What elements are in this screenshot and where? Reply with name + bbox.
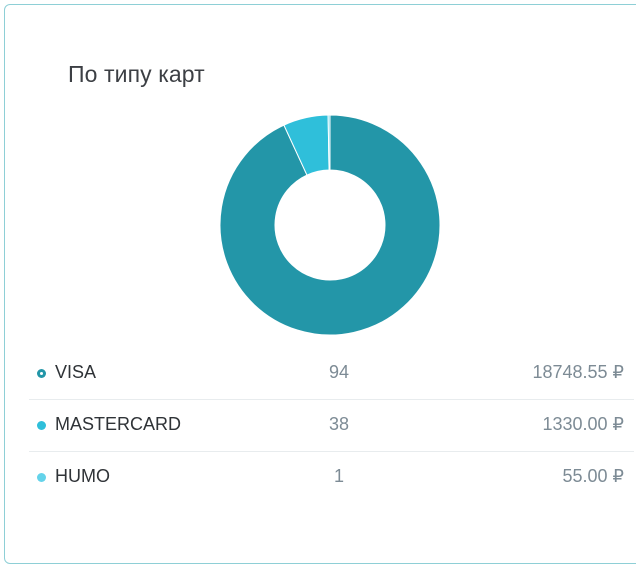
card-types-widget: По типу карт VISA 94 18748.55 ₽ MASTERCA… xyxy=(4,4,636,564)
series-count: 1 xyxy=(333,466,344,486)
series-name: HUMO xyxy=(55,466,110,486)
series-name: VISA xyxy=(55,362,97,382)
series-dot-visa xyxy=(37,369,46,378)
legend-row-mastercard[interactable]: MASTERCARD 38 1330.00 ₽ xyxy=(29,400,634,452)
donut-chart xyxy=(219,114,441,336)
series-amount: 1330.00 ₽ xyxy=(542,414,624,434)
series-name: MASTERCARD xyxy=(55,414,182,434)
series-amount: 55.00 ₽ xyxy=(562,466,625,486)
series-dot-mastercard xyxy=(37,421,46,430)
series-dot-humo xyxy=(37,473,46,482)
legend-row-humo[interactable]: HUMO 1 55.00 ₽ xyxy=(29,452,634,503)
series-count: 94 xyxy=(328,362,350,382)
legend-row-visa[interactable]: VISA 94 18748.55 ₽ xyxy=(29,348,634,400)
legend-table: VISA 94 18748.55 ₽ MASTERCARD 38 1330.00… xyxy=(29,348,634,503)
widget-title: По типу карт xyxy=(68,61,205,87)
series-amount: 18748.55 ₽ xyxy=(532,362,624,382)
series-count: 38 xyxy=(328,414,350,434)
